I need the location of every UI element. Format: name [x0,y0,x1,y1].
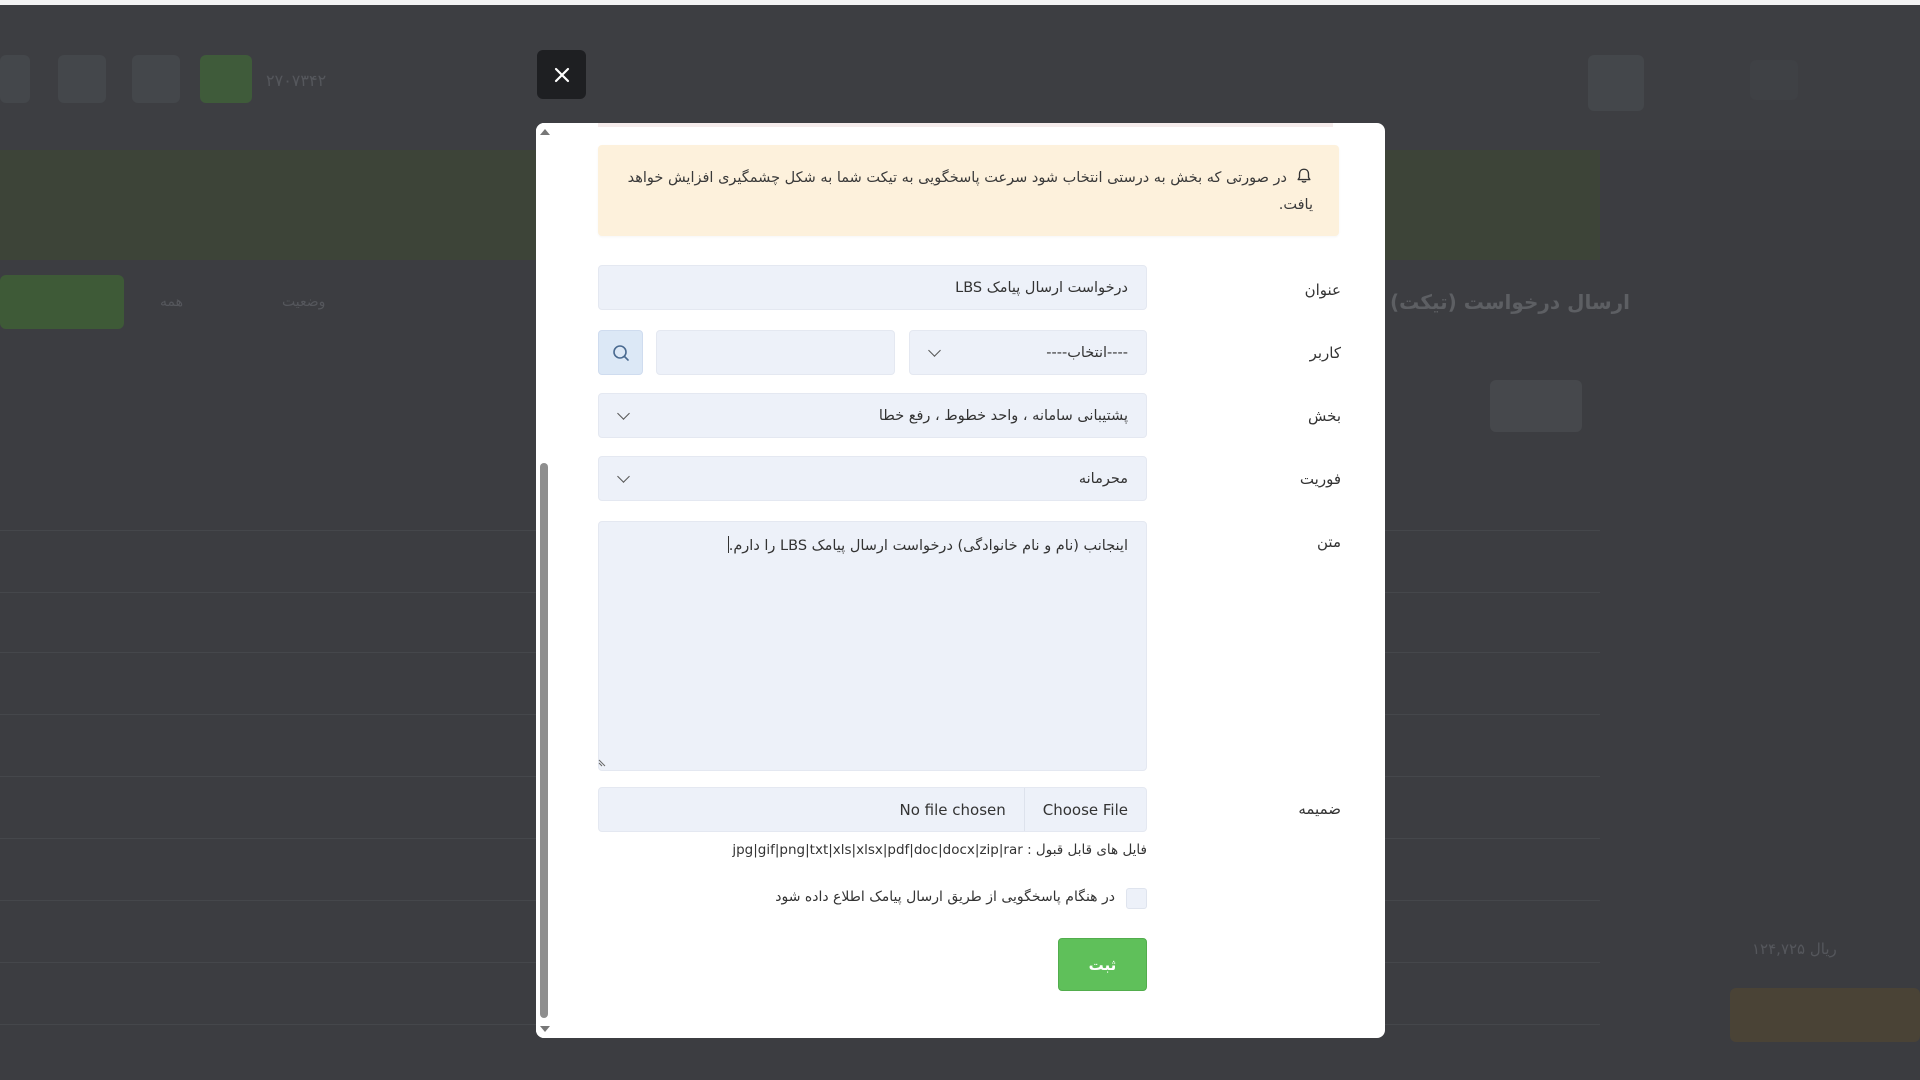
balance-amount: ۱۲۴,۷۲۵ ریال [1752,940,1837,958]
close-icon [554,67,569,82]
user-label: کاربر [1309,344,1341,362]
menu-grid-icon [0,55,30,103]
new-ticket-modal: در صورتی که بخش به درستی انتخاب شود سرعت… [536,123,1385,1038]
sms-notify-checkbox[interactable] [1126,888,1147,909]
chevron-down-icon [928,344,941,357]
wallet-icon [200,55,252,103]
search-icon [612,344,629,361]
scroll-up-arrow-icon[interactable] [540,129,550,135]
notification-icon [132,55,180,103]
alert-text: در صورتی که بخش به درستی انتخاب شود سرعت… [627,170,1313,213]
chevron-down-icon [617,407,630,420]
section-select-value: پشتیبانی سامانه ، واحد خطوط ، رفع خطا [878,407,1128,424]
accepted-files-hint: فایل های قابل قبول : jpg|gif|png|txt|xls… [732,842,1147,858]
user-select[interactable]: ----انتخاب---- [909,330,1147,375]
priority-select-value: محرمانه [1078,470,1128,487]
section-label: بخش [1308,407,1341,425]
header-number: ۲۷۰۷۳۴۲ [266,71,327,90]
body-textarea[interactable]: اینجانب (نام و نام خانوادگی) درخواست ارس… [598,521,1147,771]
attachment-label: ضمیمه [1298,800,1341,818]
user-avatar [1588,55,1644,111]
title-label: عنوان [1304,281,1341,299]
scroll-down-arrow-icon[interactable] [540,1026,550,1032]
top-up-button [1730,988,1920,1042]
user-search-input[interactable] [656,330,895,375]
submit-button[interactable]: ثبت [1058,938,1147,991]
sms-notify-label: در هنگام پاسخگویی از طریق ارسال پیامک اط… [775,889,1115,905]
search-button-bg [1490,380,1582,432]
body-label: متن [1317,533,1341,551]
tab-all: همه [160,294,183,310]
tab-status: وضعیت [282,294,326,310]
attachment-file-input[interactable]: Choose File No file chosen [598,787,1147,832]
scrollbar-thumb[interactable] [540,463,548,1018]
resize-grip-icon[interactable] [598,759,606,767]
bell-icon [1297,168,1311,183]
user-select-value: ----انتخاب---- [1046,344,1128,361]
help-icon [58,55,106,103]
choose-file-button[interactable]: Choose File [1023,788,1146,831]
sidebar: ۱۲۴,۷۲۵ ریال [1700,150,1920,1080]
priority-select[interactable]: محرمانه [598,456,1147,501]
title-input[interactable]: درخواست ارسال پیامک LBS [598,265,1147,310]
apps-icon [1750,60,1798,100]
user-search-button[interactable] [598,330,643,375]
page-title: ارسال درخواست (تیکت) [1390,290,1631,314]
priority-label: فوریت [1299,470,1341,488]
modal-scrollbar[interactable] [536,123,552,1038]
close-button[interactable] [537,50,586,99]
new-ticket-button [0,275,124,329]
file-status: No file chosen [899,800,1006,819]
title-input-value: درخواست ارسال پیامک LBS [955,279,1128,296]
body-textarea-value: اینجانب (نام و نام خانوادگی) درخواست ارس… [728,538,1128,554]
info-alert: در صورتی که بخش به درستی انتخاب شود سرعت… [598,145,1339,236]
chevron-down-icon [617,470,630,483]
section-select[interactable]: پشتیبانی سامانه ، واحد خطوط ، رفع خطا [598,393,1147,438]
top-divider [598,123,1333,127]
